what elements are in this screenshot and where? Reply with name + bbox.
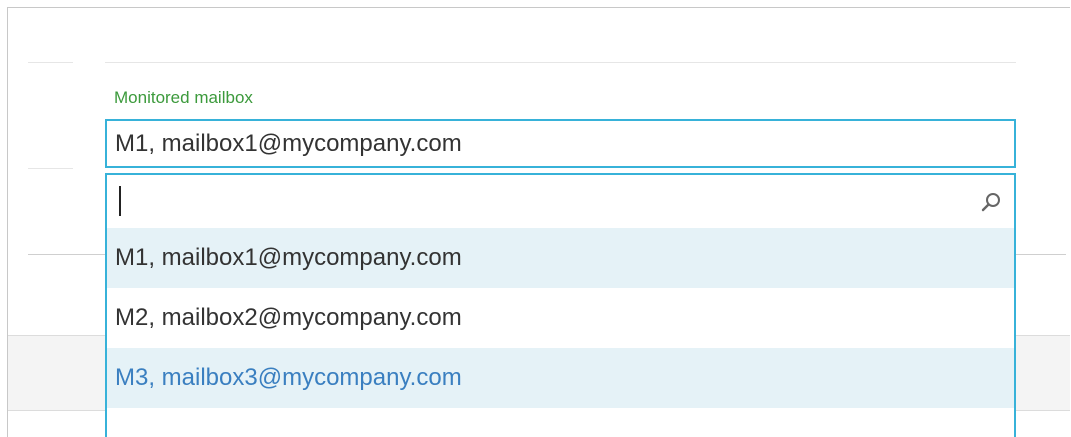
list-item-label: M2, mailbox2@mycompany.com	[115, 304, 462, 331]
divider	[1016, 254, 1066, 255]
search-input[interactable]	[107, 175, 1014, 228]
text-caret	[119, 186, 121, 216]
divider	[28, 254, 106, 255]
list-item-m2[interactable]: M2, mailbox2@mycompany.com	[107, 288, 1014, 348]
divider	[28, 168, 73, 169]
list-item-label: M3, mailbox3@mycompany.com	[115, 364, 462, 391]
field-label: Monitored mailbox	[114, 88, 253, 107]
mailbox-select[interactable]: M1, mailbox1@mycompany.com	[105, 119, 1016, 168]
list-item-m1[interactable]: M1, mailbox1@mycompany.com	[107, 228, 1014, 288]
list-item-label: M1, mailbox1@mycompany.com	[115, 244, 462, 271]
list-item-m3[interactable]: M3, mailbox3@mycompany.com	[107, 348, 1014, 408]
search-icon[interactable]	[980, 191, 1002, 213]
divider	[105, 62, 1016, 63]
dropdown-list: M1, mailbox1@mycompany.com M2, mailbox2@…	[105, 173, 1016, 437]
divider	[28, 62, 73, 63]
selected-value: M1, mailbox1@mycompany.com	[115, 130, 462, 157]
search-row	[107, 175, 1014, 228]
list-item-partial[interactable]	[107, 408, 1014, 437]
form-panel: Monitored mailbox M1, mailbox1@mycompany…	[7, 7, 1070, 437]
